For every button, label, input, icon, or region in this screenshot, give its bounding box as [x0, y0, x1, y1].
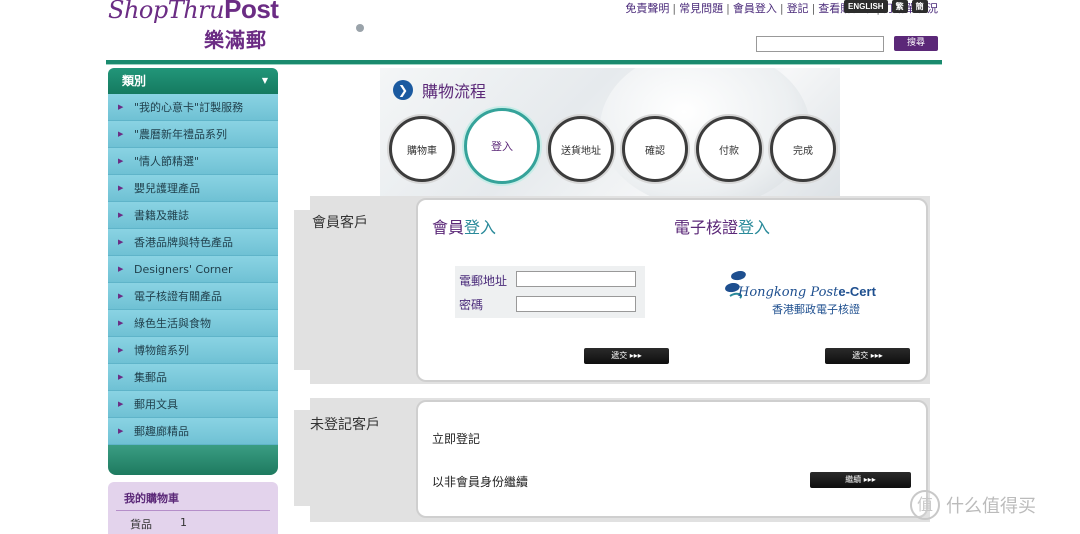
sidebar-item-label: 郵用文具 [134, 397, 178, 411]
cart-title[interactable]: 我的購物車 [108, 482, 278, 506]
sidebar-item-designers-corner[interactable]: ▶ Designers' Corner [108, 256, 278, 283]
bullet-icon: ▶ [118, 102, 124, 111]
continue-as-guest-text: 以非會員身份繼續 [432, 475, 529, 489]
ecert-logo-en: Hongkong Post [738, 285, 839, 300]
guest-section-label: 未登記客戶 [310, 417, 380, 433]
sidebar-item-label: 綠色生活與食物 [134, 316, 211, 330]
sidebar-item-label: "農曆新年禮品系列 [134, 127, 228, 141]
continue-button[interactable]: 繼續 ▸▸▸ [810, 472, 911, 488]
bullet-icon: ▶ [118, 237, 124, 246]
email-field[interactable] [516, 271, 636, 287]
password-label: 密碼 [459, 298, 484, 312]
sidebar-item-philately[interactable]: ▶ 集郵品 [108, 364, 278, 391]
nav-disclaimer[interactable]: 免責聲明 [625, 2, 669, 15]
sidebar-item-label: "我的心意卡"訂製服務 [134, 100, 244, 114]
sidebar-item-label: 集郵品 [134, 370, 167, 384]
sidebar-item-museum[interactable]: ▶ 博物館系列 [108, 337, 278, 364]
lang-traditional-button[interactable]: 繁 [891, 0, 908, 13]
member-login-title: 會員登入 [432, 214, 496, 238]
member-title-part1: 會員 [432, 218, 465, 237]
arrow-right-circle-icon: ❯ [393, 80, 413, 100]
register-now-link[interactable]: 立即登記 [432, 430, 480, 447]
ecert-logo-zh: 香港郵政電子核證 [772, 303, 860, 316]
logo-chinese: 樂滿郵 [204, 28, 267, 52]
search-button[interactable]: 搜尋 [894, 36, 938, 51]
member-title-part2: 登入 [464, 218, 497, 237]
mouse-scroll-dot [356, 24, 364, 32]
step-payment: 付款 [696, 116, 762, 182]
ecert-login-title: 電子核證登入 [674, 214, 770, 238]
bullet-icon: ▶ [118, 345, 124, 354]
bullet-icon: ▶ [118, 183, 124, 192]
ecert-title-part1: 電子核證 [674, 218, 739, 237]
sidebar-item-label: 書籍及雜誌 [134, 208, 189, 222]
bullet-icon: ▶ [118, 264, 124, 273]
bullet-icon: ▶ [118, 129, 124, 138]
sidebar-item-label: 電子核證有關產品 [134, 289, 222, 303]
sidebar-item-label: Designers' Corner [134, 262, 233, 276]
guest-card [416, 400, 928, 518]
sidebar-item-label: 嬰兒護理產品 [134, 181, 200, 195]
category-title: 類別 [122, 74, 147, 88]
header-divider-light [106, 64, 942, 65]
email-label: 電郵地址 [459, 274, 508, 288]
member-section-label: 會員客戶 [312, 215, 368, 231]
cart-item-label: 貨品 [130, 518, 152, 531]
sidebar-item-stationery[interactable]: ▶ 郵用文具 [108, 391, 278, 418]
ecert-logo-en-bold: e-Cert [838, 284, 876, 299]
language-switcher: ENGLISH 繁 簡 [844, 0, 928, 13]
lang-simplified-button[interactable]: 簡 [911, 0, 928, 13]
bullet-icon: ▶ [118, 318, 124, 327]
bullet-icon: ▶ [118, 210, 124, 219]
sidebar-item-label: 博物館系列 [134, 343, 189, 357]
sidebar-item-books[interactable]: ▶ 書籍及雜誌 [108, 202, 278, 229]
sidebar-item-baby-care[interactable]: ▶ 嬰兒護理產品 [108, 175, 278, 202]
bullet-icon: ▶ [118, 291, 124, 300]
sidebar-item-hk-brands[interactable]: ▶ 香港品牌與特色產品 [108, 229, 278, 256]
cart-item-count: 1 [180, 516, 187, 529]
ecert-title-part2: 登入 [738, 218, 771, 237]
sidebar-item-ecert-products[interactable]: ▶ 電子核證有關產品 [108, 283, 278, 310]
member-submit-button[interactable]: 遞交 ▸▸▸ [584, 348, 669, 364]
watermark: 值 什么值得买 [910, 490, 1036, 520]
search-input[interactable] [756, 36, 884, 52]
logo-text-post: Post [224, 0, 279, 24]
lang-english-button[interactable]: ENGLISH [844, 0, 888, 13]
sidebar-item-valentine[interactable]: ▶ "情人節精選" [108, 148, 278, 175]
sidebar-item-label: 香港品牌與特色產品 [134, 235, 233, 249]
sidebar-footer [108, 445, 278, 475]
step-login-active: 登入 [464, 108, 540, 184]
chevron-down-icon[interactable]: ▼ [262, 68, 268, 94]
password-field[interactable] [516, 296, 636, 312]
nav-faq[interactable]: 常見問題 [679, 2, 723, 15]
step-cart: 購物車 [389, 116, 455, 182]
ecert-logo-text: Hongkong Poste-Cert [738, 284, 876, 300]
process-title: 購物流程 [422, 82, 487, 101]
sidebar-item-label: "情人節精選" [134, 154, 200, 168]
watermark-text: 什么值得买 [946, 496, 1036, 517]
bullet-icon: ▶ [118, 426, 124, 435]
cart-item-row: 貨品 1 [108, 511, 278, 532]
category-header[interactable]: 類別 ▼ [108, 68, 278, 94]
my-cart-box: 我的購物車 貨品 1 [108, 482, 278, 534]
logo-text-shopthru: ShopThru [108, 0, 225, 24]
bullet-icon: ▶ [118, 156, 124, 165]
watermark-logo-icon: 值 [910, 490, 940, 520]
nav-register[interactable]: 登記 [787, 2, 809, 15]
sidebar-item-label: 郵趣廊精品 [134, 424, 189, 438]
category-list: ▶ "我的心意卡"訂製服務 ▶ "農曆新年禮品系列 ▶ "情人節精選" ▶ 嬰兒護理產品… [108, 94, 278, 445]
bullet-icon: ▶ [118, 399, 124, 408]
step-delivery-address: 送貨地址 [548, 116, 614, 182]
sidebar-item-postshop[interactable]: ▶ 郵趣廊精品 [108, 418, 278, 445]
logo[interactable]: ShopThruPost [108, 0, 279, 25]
bullet-icon: ▶ [118, 372, 124, 381]
sidebar-item-green-living[interactable]: ▶ 綠色生活與食物 [108, 310, 278, 337]
sidebar-item-cny-gifts[interactable]: ▶ "農曆新年禮品系列 [108, 121, 278, 148]
step-confirm: 確認 [622, 116, 688, 182]
nav-member-login[interactable]: 會員登入 [733, 2, 777, 15]
sidebar-item-card-service[interactable]: ▶ "我的心意卡"訂製服務 [108, 94, 278, 121]
ecert-submit-button[interactable]: 遞交 ▸▸▸ [825, 348, 910, 364]
step-complete: 完成 [770, 116, 836, 182]
category-sidebar: 類別 ▼ ▶ "我的心意卡"訂製服務 ▶ "農曆新年禮品系列 ▶ "情人節精選" ▶ 嬰… [108, 68, 278, 475]
